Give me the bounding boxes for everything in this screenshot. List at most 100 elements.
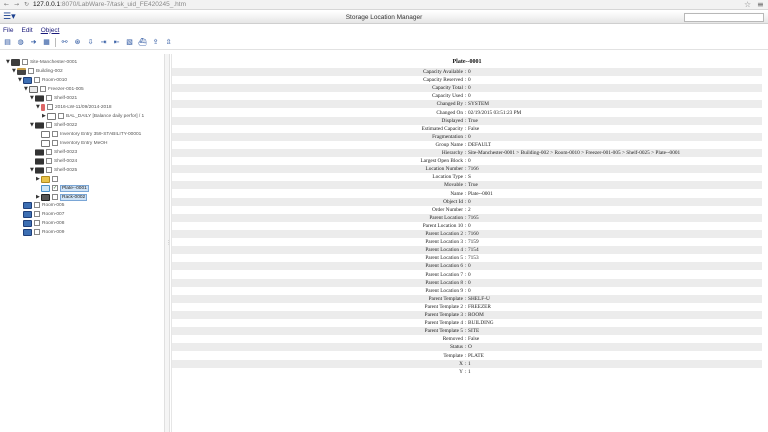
tree-node-label: Plate--0001 xyxy=(60,184,89,192)
tree-checkbox[interactable] xyxy=(46,167,52,173)
connect-icon[interactable]: ⚯ xyxy=(60,38,69,47)
tree-node[interactable]: ▼ Shelf-0021 xyxy=(30,94,77,102)
tree-node[interactable]: ▼ Shelf-0025 xyxy=(30,166,77,174)
property-value: 0 xyxy=(468,85,471,92)
menu-object[interactable]: Object xyxy=(41,27,60,34)
tree-checkbox[interactable] xyxy=(46,122,52,128)
grid-icon[interactable]: ▦ xyxy=(42,38,51,47)
menu-edit[interactable]: Edit xyxy=(21,27,32,34)
tree-checkbox[interactable] xyxy=(58,113,64,119)
tree-node-label: Shelf-0022 xyxy=(54,122,78,128)
address-bar[interactable]: 127.0.0.1:8070/LabWare-7/task_uid_FE4202… xyxy=(33,1,733,9)
import-icon[interactable]: ⇫ xyxy=(164,38,173,47)
tree-node[interactable]: ▼ 2016-LW-11/09/2014-2018 xyxy=(36,103,112,111)
tree-node[interactable]: Room-005 xyxy=(18,201,64,209)
property-row: Parent Template 5: SITE xyxy=(172,327,762,336)
tree-checkbox[interactable] xyxy=(46,95,52,101)
tree-checkbox[interactable] xyxy=(46,149,52,155)
property-row: Parent Location 2:7160 xyxy=(172,230,762,239)
tree-checkbox[interactable] xyxy=(47,104,53,110)
tree-checkbox[interactable] xyxy=(34,202,40,208)
tree-checkbox[interactable] xyxy=(52,176,58,182)
chart-icon[interactable]: ▧ xyxy=(125,38,134,47)
ship-icon[interactable]: ⛴ xyxy=(138,38,147,47)
property-row: Capacity Total:0 xyxy=(172,84,762,93)
tree-checkbox[interactable] xyxy=(52,140,58,146)
bookmark-star-icon[interactable]: ☆ xyxy=(744,0,754,10)
search-input[interactable] xyxy=(684,13,764,22)
export-icon[interactable]: ⇪ xyxy=(151,38,160,47)
tree-node[interactable]: Inventory Entry 359-STABILITY-00001 xyxy=(36,130,141,138)
tree-node[interactable]: ▼ Building-002 xyxy=(12,67,63,75)
insert-left-icon[interactable]: ⇥ xyxy=(99,38,108,47)
tree-node[interactable]: ▼ Site-Manchester-0001 xyxy=(6,58,77,66)
tree-checkbox[interactable] xyxy=(34,77,40,83)
property-value: Site-Manchester-0001 > Building-002 > Ro… xyxy=(468,150,681,156)
tree-checkbox[interactable] xyxy=(34,211,40,217)
property-key: Location Number xyxy=(425,166,463,173)
tree-node[interactable]: ▼ Shelf-0022 xyxy=(30,121,77,129)
tree-node[interactable]: ▼ Freezer-001-005 xyxy=(24,85,84,93)
property-key: Capacity Total xyxy=(432,85,463,92)
tree-node[interactable]: Room-008 xyxy=(18,219,64,227)
properties-title: Plate--0001 xyxy=(452,59,482,65)
splitter-grip-icon[interactable]: ⋮ xyxy=(166,240,171,246)
menu-file[interactable]: File xyxy=(3,27,13,34)
browser-menu-icon[interactable]: ≡ xyxy=(757,0,767,10)
shelf-icon xyxy=(35,166,44,174)
download-icon[interactable]: ⇩ xyxy=(86,38,95,47)
tree-node[interactable]: Shelf-0024 xyxy=(30,157,77,165)
properties-icon[interactable]: ▤ xyxy=(3,38,12,47)
tree-node[interactable]: ▼ Room-0010 xyxy=(18,76,67,84)
property-row: Hierarchy: Site-Manchester-0001 > Buildin… xyxy=(172,149,762,158)
browser-toolbar: ← → ↻ 127.0.0.1:8070/LabWare-7/task_uid_… xyxy=(0,0,768,10)
property-key: Parent Location 6 xyxy=(425,263,463,270)
move-icon[interactable]: ➔ xyxy=(29,38,38,47)
property-row: Status: O xyxy=(172,343,762,352)
property-key: X xyxy=(459,360,463,367)
panel-splitter[interactable]: ⋮ xyxy=(164,54,171,432)
tree-checkbox[interactable] xyxy=(28,68,34,74)
forward-arrow-icon[interactable]: → xyxy=(13,1,20,8)
tree-checkbox[interactable] xyxy=(34,220,40,226)
property-value: DEFAULT xyxy=(468,141,492,148)
tree-checkbox[interactable] xyxy=(46,158,52,164)
app-title-bar: ☰▾ Storage Location Manager xyxy=(0,11,768,24)
tree-node[interactable]: Room-007 xyxy=(18,210,64,218)
tree-checkbox[interactable] xyxy=(40,86,46,92)
property-value: 7154 xyxy=(468,247,479,254)
tree-node[interactable]: ▶ Rack-0002 xyxy=(36,193,88,201)
url-host: 127.0.0.1 xyxy=(33,1,61,8)
binoculars-icon[interactable]: ⊛ xyxy=(73,38,82,47)
globe-icon[interactable]: ◍ xyxy=(16,38,25,47)
tree-node[interactable]: Inventory Entry MeOH xyxy=(36,139,107,147)
tree-checkbox[interactable] xyxy=(22,59,28,65)
tree-node-label: Room-009 xyxy=(42,229,65,235)
tree-checkbox[interactable] xyxy=(52,131,58,137)
tree-checkbox[interactable] xyxy=(34,229,40,235)
tree-node[interactable]: Room-009 xyxy=(18,228,64,236)
property-key: Removed xyxy=(442,336,463,343)
property-key: Name xyxy=(450,190,463,197)
property-value: True xyxy=(468,117,478,124)
property-row: Parent Location:7165 xyxy=(172,213,762,222)
property-value: 2 xyxy=(468,206,471,213)
property-value: True xyxy=(468,182,478,189)
tree-checkbox[interactable]: ✓ xyxy=(52,185,58,191)
menu-bar: File Edit Object xyxy=(0,25,768,35)
property-value: BUILDING xyxy=(468,320,494,327)
room-icon xyxy=(23,228,32,236)
tree-node[interactable]: Shelf-0023 xyxy=(30,148,77,156)
property-key: Parent Template xyxy=(428,295,463,302)
tree-node[interactable]: ▶ BAL_DAILY [Balance daily perfor] / 1 xyxy=(42,112,144,120)
property-key: Status xyxy=(450,344,463,351)
tree-node[interactable]: ▶ xyxy=(36,175,60,183)
insert-right-icon[interactable]: ⇤ xyxy=(112,38,121,47)
property-key: Parent Location 9 xyxy=(425,287,463,294)
property-value: PLATE xyxy=(468,352,484,359)
tree-node[interactable]: ✓ Plate--0001 xyxy=(36,184,89,192)
property-value: 7159 xyxy=(468,239,479,246)
reload-icon[interactable]: ↻ xyxy=(23,1,30,8)
tree-checkbox[interactable] xyxy=(52,194,58,200)
back-arrow-icon[interactable]: ← xyxy=(3,1,10,8)
